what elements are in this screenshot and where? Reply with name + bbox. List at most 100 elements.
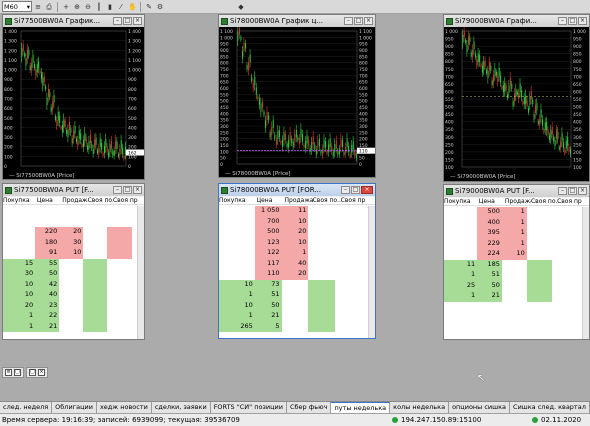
list-icon[interactable]: ≡: [33, 2, 43, 12]
orderbook-row[interactable]: 20 23: [3, 300, 137, 311]
orderbook-buy-cell[interactable]: 1: [444, 291, 478, 302]
orderbook-sell-cell[interactable]: 10: [281, 216, 309, 227]
orderbook-sell-cell[interactable]: 40: [281, 258, 309, 269]
orderbook-own-sell-cell[interactable]: [335, 311, 362, 322]
orderbook-row[interactable]: 1 51: [219, 290, 368, 301]
bars-icon[interactable]: ┃: [94, 2, 104, 12]
orderbook-row[interactable]: 1 22: [3, 311, 137, 322]
crosshair-icon[interactable]: +: [61, 2, 71, 12]
orderbook-buy-cell[interactable]: 10: [219, 279, 255, 290]
orderbook-row[interactable]: 11 185: [444, 259, 582, 271]
price-chart[interactable]: 1 000 1 000 950 950 900 900 850 850 800 800 750 750…: [444, 27, 589, 173]
workspace-tab[interactable]: Сишка след. квартал: [510, 402, 590, 413]
workspace-tab[interactable]: FORTS "СИ" позиции: [211, 402, 287, 413]
orderbook-sell-cell[interactable]: 1: [501, 217, 527, 228]
orderbook-own-sell-cell[interactable]: [335, 301, 362, 312]
workspace-tab[interactable]: след. неделя: [0, 402, 53, 413]
print-icon[interactable]: ⎙: [44, 2, 54, 12]
close-button[interactable]: ×: [578, 17, 587, 25]
close-button[interactable]: ×: [578, 187, 587, 195]
orderbook-row[interactable]: 229 1: [444, 238, 582, 249]
orderbook-own-buy-cell[interactable]: [527, 218, 552, 229]
orderbook-buy-cell[interactable]: 20: [3, 300, 36, 311]
orderbook-buy-cell[interactable]: [3, 227, 35, 238]
orderbook-price-cell[interactable]: 700: [254, 216, 282, 227]
orderbook-price-cell[interactable]: 51: [254, 290, 282, 301]
minimize-button[interactable]: –: [113, 186, 122, 194]
orderbook-column-header[interactable]: Покупка: [3, 197, 37, 204]
orderbook-price-cell[interactable]: 50: [254, 300, 282, 311]
orderbook-sell-cell[interactable]: 20: [281, 227, 309, 238]
orderbook-own-sell-cell[interactable]: [335, 238, 362, 249]
orderbook-own-sell-cell[interactable]: [552, 270, 577, 281]
orderbook-sell-cell[interactable]: [59, 217, 83, 228]
orderbook-sell-cell[interactable]: 11: [281, 206, 309, 217]
orderbook-row[interactable]: 220 20: [3, 227, 137, 238]
orderbook-own-sell-cell[interactable]: [552, 291, 577, 302]
line-icon[interactable]: ⁄: [116, 2, 126, 12]
close-button[interactable]: ×: [361, 186, 373, 194]
orderbook-column-header[interactable]: Покупка: [219, 197, 256, 204]
orderbook-row[interactable]: 91 10: [3, 248, 137, 259]
orderbook-row[interactable]: 10 40: [3, 290, 137, 301]
orderbook-sell-cell[interactable]: 20: [281, 269, 309, 280]
orderbook-buy-cell[interactable]: [219, 238, 255, 249]
orderbook-sell-cell[interactable]: [282, 311, 309, 322]
orderbook-buy-cell[interactable]: 1: [3, 321, 36, 332]
orderbook-own-buy-cell[interactable]: [83, 206, 107, 217]
orderbook-buy-cell[interactable]: 1: [219, 311, 255, 322]
orderbook-price-cell[interactable]: 500: [254, 227, 282, 238]
orderbook-titlebar[interactable]: Si79000BW0A PUT [F... – □ ×: [444, 185, 589, 197]
orderbook-sell-cell[interactable]: 10: [59, 248, 84, 259]
orderbook-sell-cell[interactable]: [502, 270, 527, 281]
orderbook-price-cell[interactable]: 500: [477, 207, 502, 218]
maximize-button[interactable]: □: [568, 187, 577, 195]
maximize-button[interactable]: □: [123, 186, 132, 194]
orderbook-row[interactable]: 123 10: [219, 237, 368, 249]
orderbook-column-header[interactable]: Своя по...: [88, 197, 113, 204]
candles-icon[interactable]: ▮: [105, 2, 115, 12]
orderbook-own-buy-cell[interactable]: [83, 311, 108, 322]
orderbook-sell-cell[interactable]: 10: [501, 249, 527, 260]
maximize-button[interactable]: □: [351, 186, 360, 194]
orderbook-row[interactable]: 25 50: [444, 280, 582, 292]
workspace-tab[interactable]: колы неделька: [390, 402, 450, 413]
orderbook-own-sell-cell[interactable]: [107, 248, 132, 259]
orderbook-own-buy-cell[interactable]: [527, 228, 552, 239]
minimized-window[interactable]: ≡ ▢: [2, 367, 24, 378]
orderbook-sell-cell[interactable]: 1: [501, 238, 527, 249]
orderbook-row[interactable]: 400 1: [444, 217, 582, 229]
orderbook-row[interactable]: 500 1: [444, 207, 582, 218]
orderbook-column-header[interactable]: Цена: [256, 197, 284, 204]
orderbook-price-cell[interactable]: 23: [35, 300, 60, 311]
orderbook-column-header[interactable]: Продажа: [505, 198, 531, 205]
orderbook-scrollbar[interactable]: [368, 206, 375, 338]
orderbook-sell-cell[interactable]: 20: [59, 227, 84, 238]
orderbook-own-buy-cell[interactable]: [308, 259, 335, 270]
orderbook-own-buy-cell[interactable]: [308, 217, 335, 228]
orderbook-row[interactable]: 1 51: [444, 270, 582, 281]
orderbook-price-cell[interactable]: [35, 217, 59, 228]
orderbook-price-cell[interactable]: 55: [35, 258, 60, 269]
orderbook-titlebar[interactable]: Si78000BW0A PUT [FOR... – □ ×: [219, 184, 375, 196]
orderbook-price-cell[interactable]: 42: [35, 279, 60, 290]
orderbook-buy-cell[interactable]: [3, 206, 35, 217]
orderbook-buy-cell[interactable]: 10: [219, 300, 255, 311]
orderbook-row[interactable]: 1 21: [444, 291, 582, 302]
orderbook-own-sell-cell[interactable]: [335, 217, 362, 228]
orderbook-own-sell-cell[interactable]: [552, 260, 577, 271]
orderbook-price-cell[interactable]: 51: [477, 270, 502, 281]
orderbook-own-buy-cell[interactable]: [308, 311, 336, 322]
orderbook-buy-cell[interactable]: 11: [444, 259, 478, 270]
orderbook-buy-cell[interactable]: 10: [3, 290, 36, 301]
orderbook-buy-cell[interactable]: [219, 248, 255, 259]
price-chart[interactable]: 1 100 1 100 1 000 1 000 950 950 900 900 850 850 80…: [219, 27, 375, 170]
orderbook-sell-cell[interactable]: [502, 281, 527, 292]
orderbook-row[interactable]: 10 73: [219, 279, 368, 290]
orderbook-price-cell[interactable]: 5: [254, 321, 282, 332]
orderbook-price-cell[interactable]: 73: [254, 279, 282, 290]
orderbook-buy-cell[interactable]: [219, 269, 255, 280]
orderbook-price-cell[interactable]: 229: [477, 238, 502, 249]
orderbook-buy-cell[interactable]: [444, 228, 477, 239]
orderbook-price-cell[interactable]: 110: [254, 269, 282, 280]
